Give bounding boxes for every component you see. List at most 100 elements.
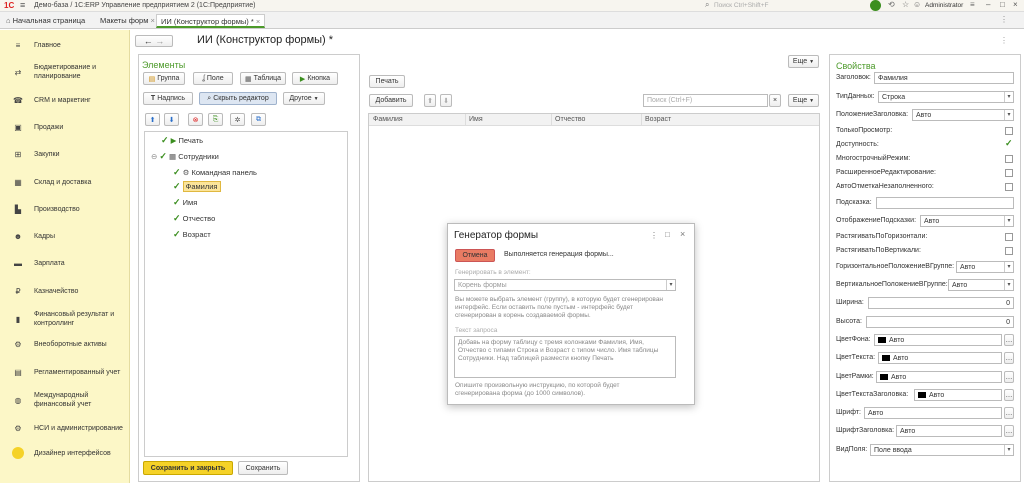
preview-add-button[interactable]: Добавить (369, 94, 413, 107)
check-icon[interactable]: ✓ (173, 181, 181, 191)
property-pick[interactable]: Авто (864, 407, 1002, 419)
close-icon[interactable]: × (1013, 0, 1018, 9)
other-dropdown-button[interactable]: Другое ▼ (283, 92, 325, 105)
property-checkbox[interactable] (1005, 247, 1013, 255)
delete-button[interactable]: ⊗ (188, 113, 203, 126)
property-text[interactable]: Фамилия (874, 72, 1014, 84)
preview-move-down-button[interactable]: ⬇ (440, 94, 452, 107)
property-select[interactable]: Авто ▾ (948, 279, 1014, 291)
tab-form-constructor[interactable]: ИИ (Конструктор формы) * × (156, 14, 266, 28)
tree-row-print[interactable]: ✓ ▶ Печать (161, 135, 203, 147)
sidebar-item[interactable]: ☎ CRM и маркетинг (0, 94, 130, 106)
check-icon[interactable]: ✓ (159, 151, 167, 161)
ellipsis-button[interactable]: … (1004, 334, 1014, 346)
minimize-icon[interactable]: – (986, 0, 990, 9)
sidebar-item[interactable]: ▮ Финансовый результат и контроллинг (0, 311, 130, 327)
elements-more-button[interactable]: Еще ▼ (788, 55, 819, 68)
gen-target-select[interactable]: Корень формы ▾ (454, 279, 676, 291)
property-color[interactable]: Авто (874, 334, 1002, 346)
chevron-down-icon[interactable]: ▾ (1004, 110, 1013, 120)
sidebar-item[interactable]: ⊞ Закупки (0, 148, 130, 160)
copy-button[interactable]: ⎘ (208, 113, 223, 126)
sidebar-item[interactable]: ⇄ Бюджетирование и планирование (0, 64, 130, 80)
property-checkbox[interactable] (1005, 127, 1013, 135)
preview-search-input[interactable]: Поиск (Ctrl+F) (643, 94, 768, 107)
property-select[interactable]: Авто ▾ (956, 261, 1014, 273)
add-table-button[interactable]: ▦ Таблица (240, 72, 286, 85)
ellipsis-button[interactable]: … (1004, 389, 1014, 401)
sidebar-item[interactable]: ▬ Зарплата (0, 257, 130, 269)
preview-search-clear-button[interactable]: × (769, 94, 781, 107)
ellipsis-button[interactable]: … (1004, 352, 1014, 364)
back-icon[interactable]: ← (144, 36, 153, 46)
ellipsis-button[interactable]: … (1004, 371, 1014, 383)
notifications-icon[interactable] (870, 0, 881, 11)
open-button[interactable]: ⧉ (251, 113, 266, 126)
sidebar-item[interactable]: ⚙ Внеоборотные активы (0, 338, 130, 350)
property-checkbox[interactable] (1005, 155, 1013, 163)
close-tab-icon[interactable]: × (150, 16, 154, 25)
move-down-button[interactable]: ⬇ (164, 113, 179, 126)
history-icon[interactable]: ⟲ (888, 0, 895, 9)
preview-more-button[interactable]: Еще ▼ (788, 94, 819, 107)
column-header[interactable]: Отчество (551, 114, 585, 126)
property-number[interactable]: 0 (868, 297, 1014, 309)
check-icon[interactable]: ✓ (173, 213, 181, 223)
sidebar-item[interactable]: Дизайнер интерфейсов (0, 447, 130, 459)
chevron-down-icon[interactable]: ▾ (1004, 445, 1013, 455)
dialog-cancel-button[interactable]: Отмена (455, 249, 495, 262)
forward-icon[interactable]: → (155, 36, 164, 46)
sidebar-item[interactable]: ₽ Казначейство (0, 285, 130, 297)
property-select[interactable]: Авто ▾ (912, 109, 1014, 121)
sidebar-item[interactable]: ◍ Международный финансовый учет (0, 392, 130, 408)
tree-row-surname[interactable]: ✓ Фамилия (173, 181, 221, 194)
add-group-button[interactable]: ▤ Группа (143, 72, 185, 85)
dialog-maximize-icon[interactable]: □ (665, 230, 670, 239)
tree-row-age[interactable]: ✓ Возраст (173, 229, 211, 241)
property-select[interactable]: Авто ▾ (920, 215, 1014, 227)
ellipsis-button[interactable]: … (1004, 425, 1014, 437)
more-options-icon[interactable]: ⋮ (1000, 15, 1008, 24)
tree-row-name[interactable]: ✓ Имя (173, 197, 197, 209)
favorites-icon[interactable]: ☆ (902, 0, 909, 9)
tab-form-layouts[interactable]: Макеты форм × (96, 14, 159, 28)
column-header[interactable]: Имя (465, 114, 483, 126)
check-icon[interactable]: ✓ (173, 229, 181, 239)
move-up-button[interactable]: ⬆ (145, 113, 160, 126)
sidebar-item[interactable]: ☻ Кадры (0, 230, 130, 242)
close-tab-icon[interactable]: × (256, 17, 260, 26)
check-icon[interactable]: ✓ (173, 167, 181, 177)
property-checkbox[interactable] (1005, 233, 1013, 241)
sidebar-item[interactable]: ≡ Главное (0, 39, 130, 51)
add-button-button[interactable]: ▶ Кнопка (292, 72, 338, 85)
chevron-down-icon[interactable]: ▾ (1004, 280, 1013, 290)
elements-tree[interactable]: ✓ ▶ Печать ⊖ ✓ ▦ Сотрудники ✓ ⚙ Командна… (144, 131, 348, 457)
property-select[interactable]: Строка ▾ (878, 91, 1014, 103)
column-header[interactable]: Возраст (641, 114, 671, 126)
settings-button[interactable]: ✲ (230, 113, 245, 126)
ellipsis-button[interactable]: … (1004, 407, 1014, 419)
property-text[interactable] (876, 197, 1014, 209)
chevron-down-icon[interactable]: ▾ (1004, 92, 1013, 102)
chevron-down-icon[interactable]: ▾ (1004, 262, 1013, 272)
property-color[interactable]: Авто (876, 371, 1002, 383)
global-search-input[interactable]: Поиск Ctrl+Shift+F (714, 2, 854, 9)
hide-editor-button[interactable]: ⌕ Скрыть редактор (199, 92, 277, 105)
property-select[interactable]: Поле ввода ▾ (870, 444, 1014, 456)
sidebar-item[interactable]: ▤ Регламентированный учет (0, 366, 130, 378)
property-checkbox[interactable]: ✓ (1005, 138, 1013, 149)
user-name[interactable]: Administrator (925, 2, 963, 9)
check-icon[interactable]: ✓ (161, 135, 169, 145)
dialog-close-icon[interactable]: × (680, 229, 685, 239)
property-checkbox[interactable] (1005, 183, 1013, 191)
save-and-close-button[interactable]: Сохранить и закрыть (143, 461, 233, 475)
property-pick[interactable]: Авто (896, 425, 1002, 437)
tree-row-command-bar[interactable]: ✓ ⚙ Командная панель (173, 167, 257, 179)
chevron-down-icon[interactable]: ▾ (1004, 216, 1013, 226)
tab-home[interactable]: ⌂ Начальная страница (2, 14, 89, 28)
back-forward-buttons[interactable]: ← → (135, 35, 173, 47)
preview-move-up-button[interactable]: ⬆ (424, 94, 436, 107)
preview-print-button[interactable]: Печать (369, 75, 405, 88)
property-color[interactable]: Авто (914, 389, 1002, 401)
settings-icon[interactable]: ≡ (970, 0, 975, 9)
